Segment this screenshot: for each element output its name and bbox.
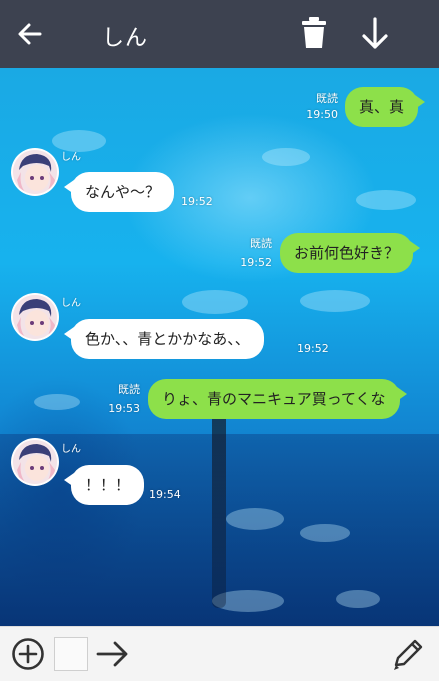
avatar-image [13, 150, 57, 194]
pencil-icon[interactable] [390, 636, 424, 672]
background-fish [262, 148, 310, 166]
message-input-thumbnail[interactable] [54, 637, 88, 671]
timestamp: 19:52 [240, 256, 272, 269]
chat-header: しん [0, 0, 439, 68]
background-fish [226, 508, 284, 530]
timestamp: 19:52 [297, 342, 329, 355]
background-fish [34, 394, 80, 410]
timestamp: 19:53 [108, 402, 140, 415]
arrow-left-icon[interactable] [14, 18, 46, 50]
timestamp: 19:52 [181, 195, 213, 208]
chat-area[interactable]: 既読 19:50 真、真 しん なんや〜？ 19:52 既読 19:52 お前何… [0, 68, 439, 626]
message-bubble-outgoing[interactable]: りょ、青のマニキュア買ってくな [148, 379, 407, 419]
avatar[interactable] [11, 438, 59, 486]
avatar-image [13, 440, 57, 484]
message-bubble-outgoing[interactable]: お前何色好き？ [280, 233, 421, 273]
background-fish [300, 290, 370, 312]
message-bubble-incoming[interactable]: ！！！ [63, 465, 145, 505]
arrow-right-icon[interactable] [96, 638, 130, 670]
read-status: 既読 [316, 92, 338, 105]
read-status: 既読 [250, 237, 272, 250]
background-fish [336, 590, 380, 608]
background-fish [356, 190, 416, 210]
sender-name: しん [61, 152, 81, 163]
avatar-image [13, 295, 57, 339]
timestamp: 19:50 [306, 108, 338, 121]
timestamp: 19:54 [149, 488, 181, 501]
chat-title: しん [102, 26, 149, 51]
background-figure [212, 398, 226, 608]
message-bubble-incoming[interactable]: なんや〜？ [63, 172, 175, 212]
read-status: 既読 [118, 383, 140, 396]
message-bubble-incoming[interactable]: 色か、、青とかかなあ、、 [64, 319, 264, 359]
avatar[interactable] [11, 148, 59, 196]
background-fish [300, 524, 350, 542]
background-fish [182, 290, 248, 314]
message-bubble-outgoing[interactable]: 真、真 [345, 87, 426, 127]
sender-name: しん [61, 444, 81, 455]
avatar[interactable] [11, 293, 59, 341]
sender-name: しん [61, 298, 81, 309]
trash-icon[interactable] [300, 16, 328, 50]
arrow-down-icon[interactable] [358, 16, 392, 52]
input-bar [0, 626, 439, 681]
plus-circle-icon[interactable] [11, 637, 45, 671]
